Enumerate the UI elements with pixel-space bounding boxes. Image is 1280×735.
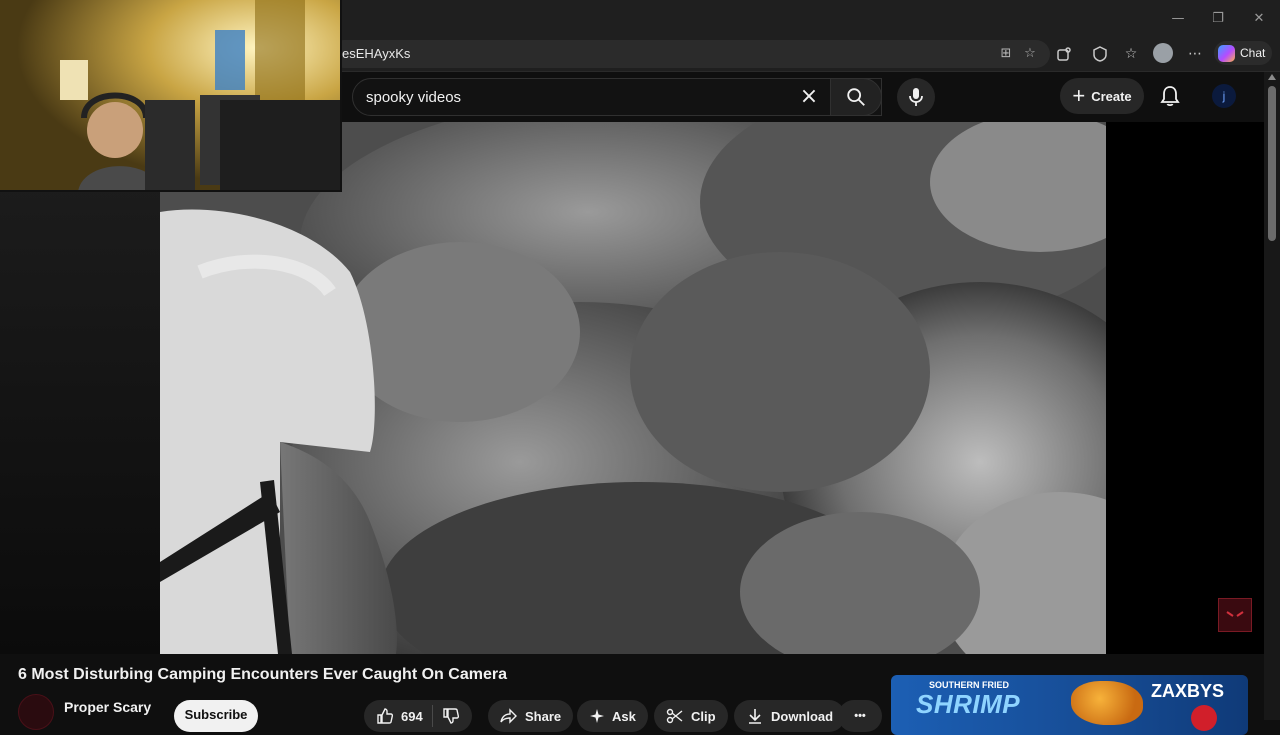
like-dislike-group: 694 xyxy=(364,700,472,732)
create-label: Create xyxy=(1091,88,1132,104)
url-text[interactable]: esEHAyxKs xyxy=(342,46,410,61)
voice-search-button[interactable] xyxy=(897,78,935,116)
thumbs-down-icon xyxy=(443,708,459,724)
ad-food-image xyxy=(1071,681,1143,725)
minimize-icon[interactable]: — xyxy=(1163,6,1193,30)
copilot-label: Chat xyxy=(1240,46,1266,60)
more-icon[interactable]: ⋯ xyxy=(1185,44,1205,64)
more-actions-button[interactable]: ••• xyxy=(838,700,882,732)
thumbs-up-icon xyxy=(377,708,394,724)
scrollbar-thumb[interactable] xyxy=(1268,86,1276,241)
channel-avatar[interactable] xyxy=(18,694,54,730)
address-bar[interactable]: esEHAyxKs ⊞ ☆ xyxy=(330,40,1050,68)
favorite-star-icon[interactable]: ☆ xyxy=(1022,46,1038,62)
browser-essentials-icon[interactable] xyxy=(1090,44,1110,64)
video-player[interactable] xyxy=(0,122,1264,654)
like-count: 694 xyxy=(401,708,423,724)
clip-button[interactable]: Clip xyxy=(654,700,728,732)
share-button[interactable]: Share xyxy=(488,700,574,732)
search-query[interactable]: spooky videos xyxy=(366,89,461,106)
player-letterbox xyxy=(0,122,160,654)
ad-brand: ZAXBYS xyxy=(1151,681,1225,701)
subscribe-button[interactable]: Subscribe xyxy=(174,700,258,732)
like-button[interactable]: 694 xyxy=(376,707,423,725)
page-scrollbar[interactable] xyxy=(1264,72,1280,720)
search-input[interactable]: spooky videos × xyxy=(352,78,882,116)
create-button[interactable]: + Create xyxy=(1060,78,1144,114)
ad-headline: SHRIMP xyxy=(916,689,1021,719)
split-screen-icon[interactable]: ⊞ xyxy=(998,46,1014,62)
bell-icon xyxy=(1160,86,1180,107)
like-divider xyxy=(431,705,433,727)
channel-watermark-icon[interactable] xyxy=(1218,598,1252,632)
scroll-up-arrow-icon[interactable] xyxy=(1268,74,1276,80)
dislike-button[interactable] xyxy=(442,707,460,725)
restore-icon[interactable]: ❐ xyxy=(1203,6,1233,30)
close-window-icon[interactable]: ✕ xyxy=(1244,6,1274,30)
ask-button[interactable]: Ask xyxy=(577,700,648,732)
scissors-icon xyxy=(666,708,683,724)
search-icon xyxy=(847,88,865,106)
share-icon xyxy=(500,708,517,724)
video-frame[interactable] xyxy=(160,122,1106,654)
search-button[interactable] xyxy=(830,78,882,116)
plus-icon: + xyxy=(1072,83,1086,108)
clear-search-icon[interactable]: × xyxy=(798,86,820,109)
copilot-chat-button[interactable]: Chat xyxy=(1214,41,1272,65)
favorites-icon[interactable]: ☆ xyxy=(1121,44,1141,64)
download-button[interactable]: Download xyxy=(734,700,846,732)
microphone-icon xyxy=(909,88,923,106)
video-title: 6 Most Disturbing Camping Encounters Eve… xyxy=(18,666,507,683)
clip-label: Clip xyxy=(691,708,716,724)
download-icon xyxy=(749,709,761,724)
share-label: Share xyxy=(525,708,562,724)
webcam-overlay xyxy=(0,0,342,192)
profile-icon[interactable] xyxy=(1153,43,1173,63)
download-label: Download xyxy=(771,708,834,724)
sparkle-icon xyxy=(590,709,604,723)
more-actions-icon: ••• xyxy=(854,710,866,722)
channel-name[interactable]: Proper Scary xyxy=(64,699,151,715)
ad-logo-icon xyxy=(1191,705,1217,731)
notifications-button[interactable] xyxy=(1158,84,1182,108)
ask-label: Ask xyxy=(612,708,636,724)
copilot-icon xyxy=(1218,44,1235,62)
extensions-icon[interactable] xyxy=(1054,44,1074,64)
account-avatar[interactable]: j xyxy=(1212,84,1236,108)
ad-banner[interactable]: SOUTHERN FRIED SHRIMP ZAXBYS xyxy=(891,675,1248,735)
